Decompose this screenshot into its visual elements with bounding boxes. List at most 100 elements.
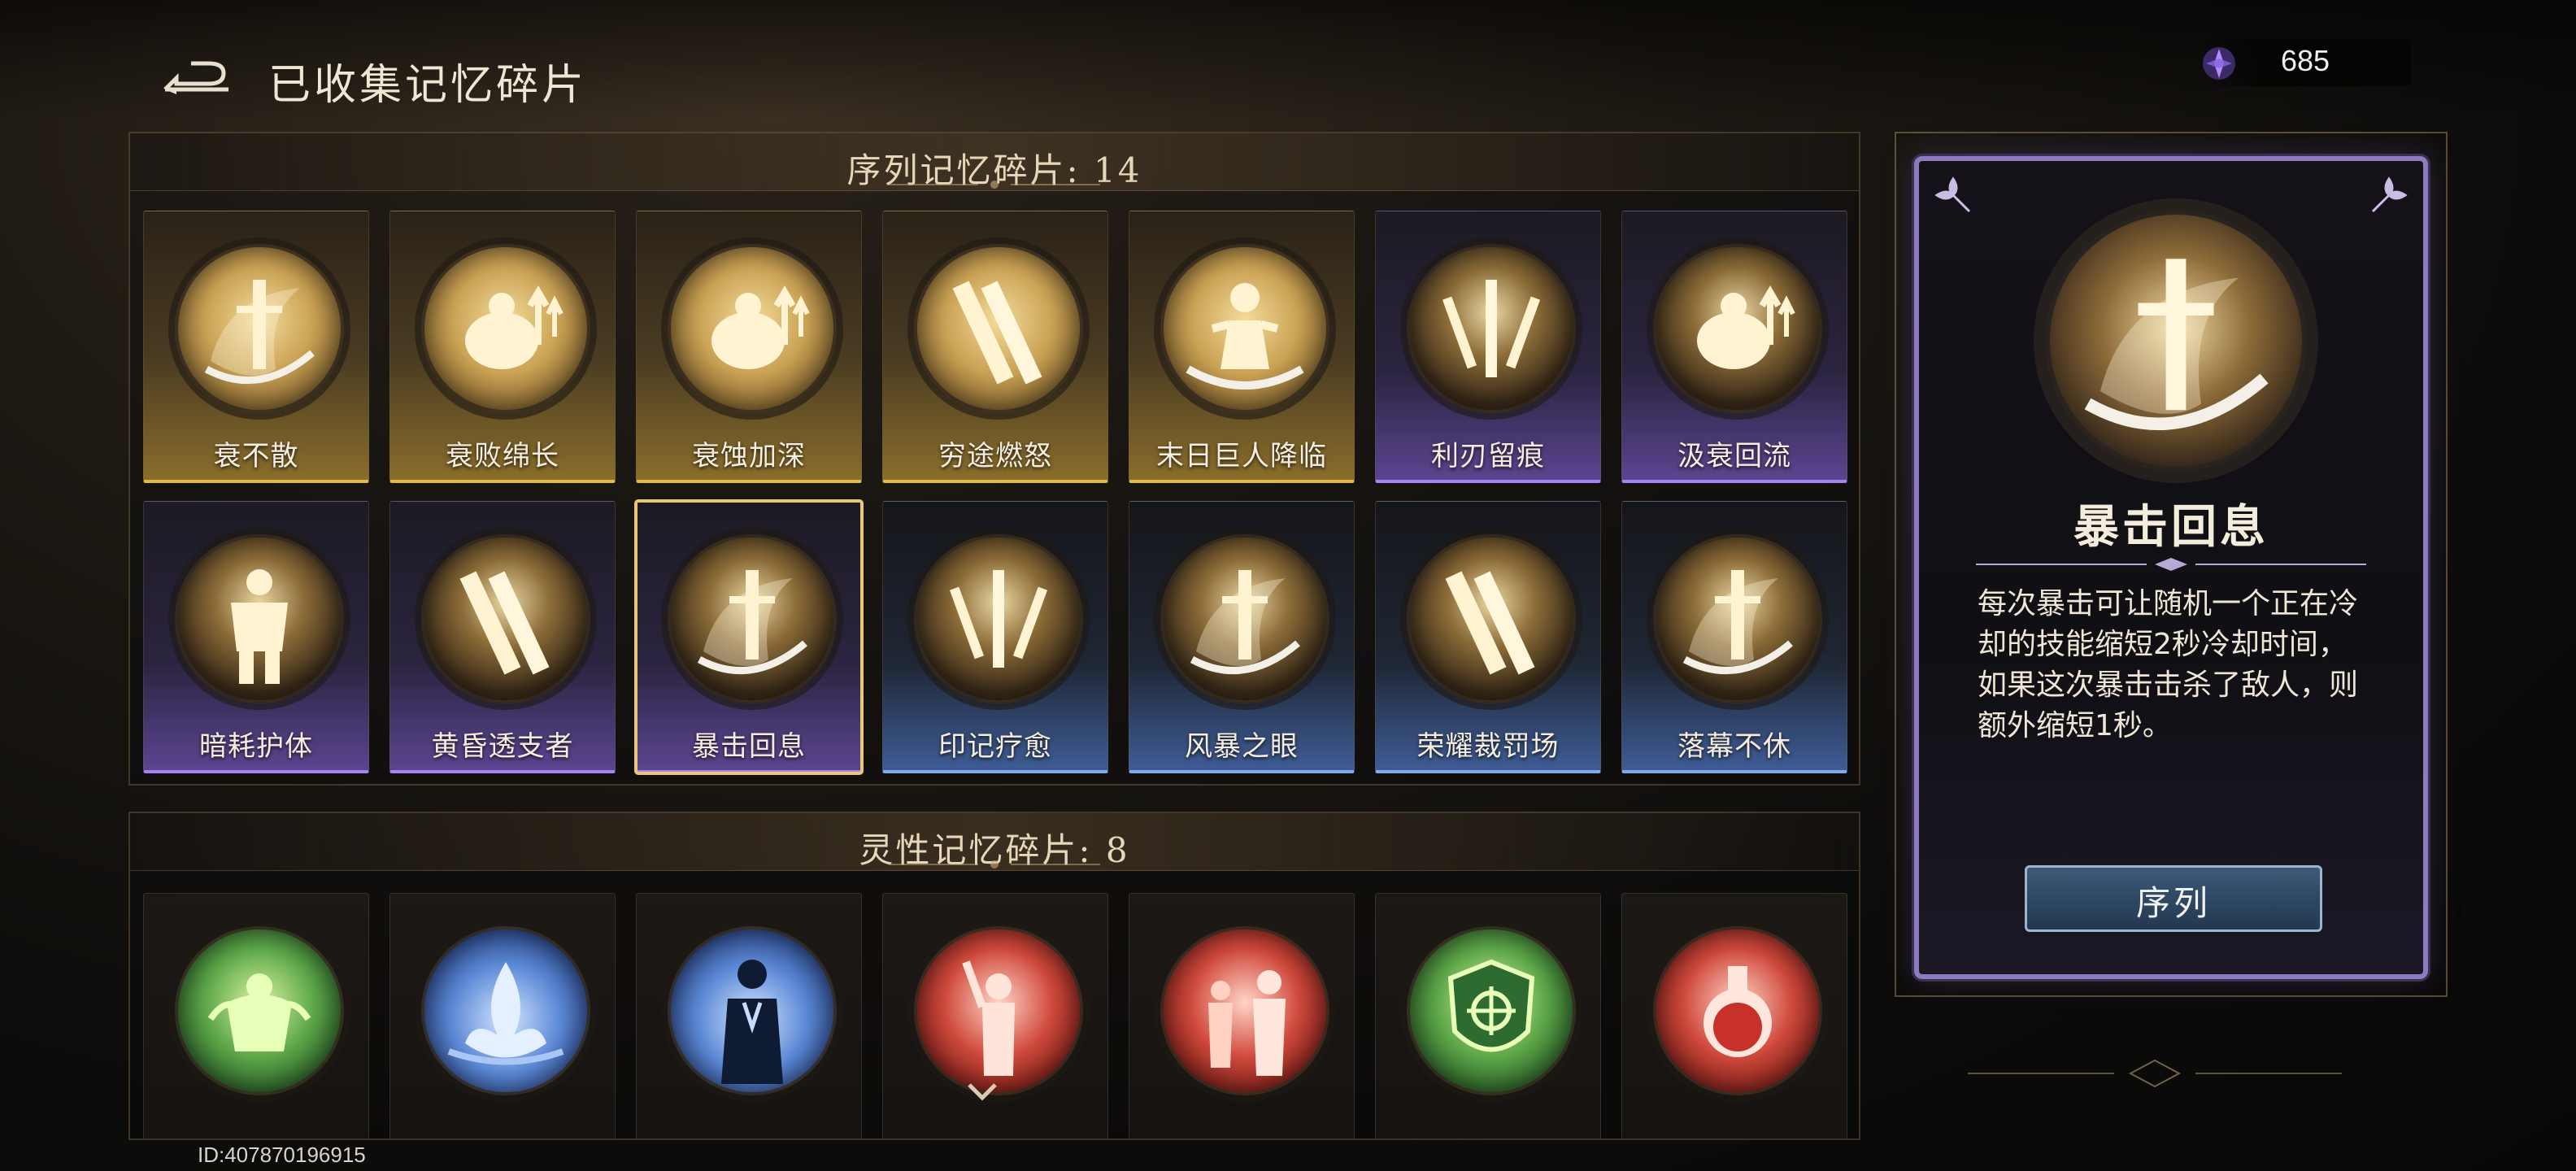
spirit-fragment-card[interactable]: [1129, 893, 1355, 1138]
fragment-orb: [914, 926, 1083, 1095]
fragment-orb: [1653, 244, 1822, 413]
green-spirit-icon: [207, 973, 311, 1051]
sequence-fragment-card[interactable]: 汲衰回流: [1621, 211, 1847, 483]
fragment-detail-card: 暴击回息 每次暴击可让随机一个正在冷却的技能缩短2秒冷却时间，如果这次暴击击杀了…: [1895, 132, 2448, 998]
fleur-ornament-icon: [1934, 176, 1971, 213]
ornate-footer-decoration-icon: [1968, 1059, 2342, 1088]
fragment-card-label: 暴击回息: [692, 730, 806, 763]
spirit-fragment-card[interactable]: [1621, 893, 1847, 1138]
sequence-fragment-card[interactable]: 印记疗愈: [882, 501, 1108, 773]
sequence-fragment-card[interactable]: 荣耀裁罚场: [1375, 501, 1601, 773]
crossed-blades-icon: [952, 281, 1042, 385]
triple-blade-icon: [949, 570, 1048, 668]
spirit-card-grid: [143, 893, 1847, 1138]
spirit-fragment-card[interactable]: [143, 893, 369, 1138]
fragment-card-label: 衰败绵长: [446, 440, 559, 472]
raised-hand-figure-icon: [962, 960, 1015, 1076]
sequence-fragment-card[interactable]: 穷途燃怒: [882, 211, 1108, 483]
giant-figure-icon: [1186, 283, 1304, 390]
purple-crystal-icon: [2203, 47, 2235, 80]
sword-swirl-icon: [697, 570, 807, 675]
currency-value: 685: [2281, 44, 2330, 77]
page-title: 已收集记忆碎片: [268, 61, 588, 110]
triple-blade-icon: [1442, 280, 1541, 377]
sequence-fragment-card[interactable]: 暴击回息: [634, 499, 864, 775]
fragment-orb: [1653, 534, 1822, 703]
sequence-fragment-card[interactable]: 末日巨人降临: [1129, 211, 1355, 483]
spirit-fragment-card[interactable]: [636, 893, 862, 1138]
armored-figure-icon: [231, 569, 288, 684]
fragment-orb: [175, 926, 344, 1095]
sequence-fragment-card[interactable]: 暗耗护体: [143, 501, 369, 773]
divider-ornament-icon: [1976, 558, 2366, 571]
header-ornament-icon: [889, 181, 1100, 189]
fragment-orb: [1407, 534, 1576, 703]
fragment-orb: [1407, 926, 1576, 1095]
fragment-card-label: 末日巨人降临: [1156, 440, 1327, 472]
fragment-orb: [668, 244, 837, 413]
fragment-card-label: 荣耀裁罚场: [1416, 730, 1560, 763]
fragment-card-label: 衰不散: [213, 440, 299, 472]
detail-description: 每次暴击可让随机一个正在冷却的技能缩短2秒冷却时间，如果这次暴击击杀了敌人，则额…: [1978, 587, 2359, 742]
sequence-fragment-card[interactable]: 落幕不休: [1621, 501, 1847, 773]
twin-figures-icon: [1208, 970, 1286, 1076]
fragment-card-label: 印记疗愈: [938, 730, 1052, 763]
sequence-fragment-card[interactable]: 衰蚀加深: [636, 211, 862, 483]
header-ornament-icon: [889, 860, 1100, 868]
back-arrow-icon[interactable]: [159, 57, 232, 99]
spirit-section-header: 灵性记忆碎片: 8: [130, 813, 1859, 871]
potion-flask-icon: [1704, 966, 1772, 1057]
sequence-fragment-card[interactable]: 衰败绵长: [389, 211, 616, 483]
crossed-blades-icon: [1445, 571, 1535, 675]
buff-figure-icon: [711, 285, 810, 369]
fragment-orb: [1160, 926, 1329, 1095]
fragment-card-label: 落幕不休: [1677, 730, 1791, 763]
sequence-fragment-card[interactable]: 黄昏透支者: [389, 501, 616, 773]
sword-swirl-icon: [1682, 570, 1793, 675]
spirit-fragment-card[interactable]: [1375, 893, 1601, 1138]
sequence-fragment-card[interactable]: 利刃留痕: [1375, 211, 1601, 483]
fragment-orb: [1653, 926, 1822, 1095]
fragment-orb: [1407, 244, 1576, 413]
fragment-card-label: 汲衰回流: [1677, 440, 1791, 472]
sequence-fragments-panel: 序列记忆碎片: 14 衰不散 衰败绵长 衰蚀加深 穷途燃怒 末日巨人降临 利刃留痕 汲衰回流…: [128, 132, 1860, 786]
blue-flame-icon: [447, 962, 564, 1065]
fragment-card-label: 风暴之眼: [1185, 730, 1299, 763]
detail-inner-frame: 暴击回息 每次暴击可让随机一个正在冷却的技能缩短2秒冷却时间，如果这次暴击击杀了…: [1914, 156, 2428, 979]
currency-display: 685: [2200, 39, 2411, 86]
sequence-card-grid: 衰不散 衰败绵长 衰蚀加深 穷途燃怒 末日巨人降临 利刃留痕 汲衰回流暗耗护体 黄昏透支者 暴击…: [143, 211, 1847, 775]
buff-figure-icon: [465, 285, 564, 369]
fragment-orb: [175, 244, 344, 413]
sword-swirl-icon: [2084, 259, 2269, 430]
praying-figure-icon: [721, 960, 783, 1084]
spirit-fragment-card[interactable]: [389, 893, 616, 1138]
fragment-card-label: 穷途燃怒: [938, 440, 1052, 472]
player-id: ID:407870196915: [198, 1143, 366, 1167]
fragment-orb: [1160, 534, 1329, 703]
fragment-card-label: 黄昏透支者: [431, 730, 574, 763]
sequence-fragment-card[interactable]: 风暴之眼: [1129, 501, 1355, 773]
shield-emblem-icon: [1447, 959, 1535, 1052]
sequence-section-header: 序列记忆碎片: 14: [130, 133, 1859, 191]
detail-category-banner: 序列: [2025, 865, 2322, 932]
sequence-fragment-card[interactable]: 衰不散: [143, 211, 369, 483]
fragment-card-label: 利刃留痕: [1431, 440, 1545, 472]
fragment-orb: [421, 926, 590, 1095]
sword-swirl-icon: [204, 280, 315, 385]
fragment-orb: [175, 534, 344, 703]
detail-title: 暴击回息: [2073, 500, 2269, 554]
fragment-orb: [421, 534, 590, 703]
sword-swirl-icon: [1190, 570, 1300, 675]
spirit-fragment-card[interactable]: [882, 893, 1108, 1138]
fragment-orb: [421, 244, 590, 413]
fragment-orb: [914, 534, 1083, 703]
fragment-orb: [668, 534, 837, 703]
fragment-orb: [914, 244, 1083, 413]
fragment-card-label: 衰蚀加深: [692, 440, 806, 472]
buff-figure-icon: [1697, 285, 1795, 369]
fragment-orb: [1160, 244, 1329, 413]
detail-category-label: 序列: [2135, 883, 2211, 923]
fragment-card-label: 暗耗护体: [199, 730, 313, 763]
scroll-down-chevron-icon[interactable]: [966, 1082, 999, 1101]
detail-fragment-icon: [2045, 210, 2307, 472]
